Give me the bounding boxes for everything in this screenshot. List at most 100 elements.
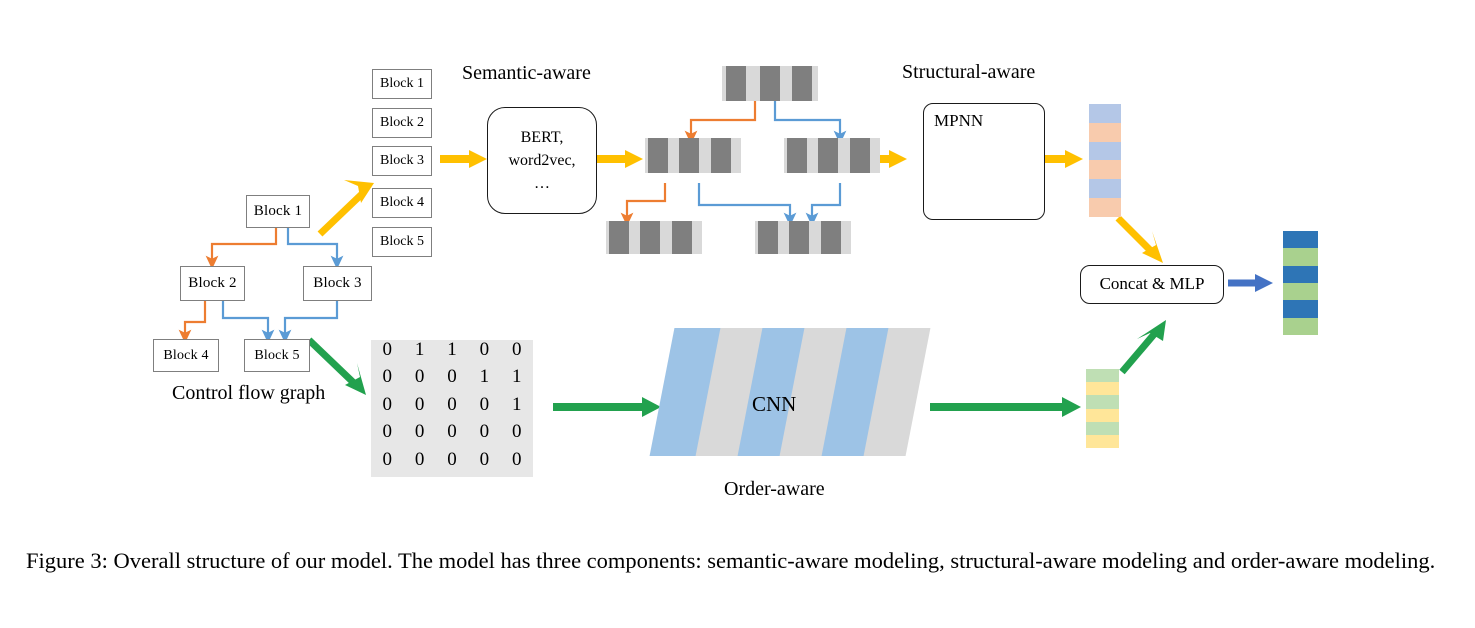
concat-mlp-box[interactable]: Concat & MLP (1080, 265, 1224, 304)
vector-cell (1089, 122, 1121, 142)
embedding-segment (609, 221, 629, 254)
arrow-mpnn-to-vector (1044, 150, 1083, 168)
embedding-edge-right-down (805, 183, 842, 227)
vector-cell (1086, 395, 1119, 409)
block-list-item-2[interactable]: Block 2 (372, 108, 432, 138)
embedding-bar-top (722, 66, 818, 101)
order-aware-label: Order-aware (724, 478, 825, 500)
embedding-edge-top-left (684, 101, 757, 145)
block-list-item-label: Block 1 (380, 76, 424, 91)
vector-cell (1283, 282, 1318, 301)
cfg-edge-b2-b4 (178, 300, 207, 344)
cfg-node-label: Block 5 (254, 347, 300, 363)
concat-mlp-label: Concat & MLP (1099, 274, 1205, 294)
block-list-item-1[interactable]: Block 1 (372, 69, 432, 99)
embedding-edge-left-down (620, 183, 667, 227)
embedding-segment (789, 221, 809, 254)
cfg-node-block-3[interactable]: Block 3 (303, 266, 372, 301)
embedding-segment (679, 138, 699, 173)
embedding-segment (726, 66, 746, 101)
matrix-cell: 1 (414, 339, 425, 360)
cfg-node-block-5[interactable]: Block 5 (244, 339, 310, 372)
mpnn-label: MPNN (934, 111, 984, 130)
matrix-cell: 0 (447, 393, 457, 415)
semantic-aware-label: Semantic-aware (462, 62, 591, 84)
matrix-cell: 0 (447, 421, 457, 443)
matrix-cell: 0 (447, 448, 457, 470)
vector-cell (1283, 317, 1318, 335)
matrix-cell: 0 (512, 339, 522, 360)
matrix-cell: 1 (512, 366, 522, 388)
embedding-edge-left-right-down (697, 183, 797, 227)
vector-cell (1283, 248, 1318, 266)
order-output-vector (1086, 369, 1119, 449)
matrix-cell: 0 (479, 393, 490, 415)
cfg-node-block-4[interactable]: Block 4 (153, 339, 219, 372)
matrix-cell: 0 (382, 393, 392, 415)
structural-aware-label: Structural-aware (902, 61, 1036, 83)
matrix-cell: 0 (447, 366, 457, 388)
control-flow-graph-label: Control flow graph (172, 382, 326, 404)
vector-cell (1086, 434, 1119, 449)
vector-cell (1086, 421, 1119, 435)
matrix-cell: 0 (382, 421, 392, 443)
block-list-item-5[interactable]: Block 5 (372, 227, 432, 257)
matrix-cell: 0 (414, 448, 425, 470)
block-list-item-label: Block 4 (380, 195, 424, 210)
embedding-segment (648, 138, 668, 173)
matrix-cell: 0 (414, 366, 425, 388)
embedding-bar-mid-left (645, 138, 741, 173)
embedding-segment (821, 221, 841, 254)
cnn-plane-stack (649, 328, 932, 458)
cfg-node-label: Block 3 (313, 275, 362, 291)
vector-cell (1089, 141, 1121, 161)
cfg-edge-b3-b5 (278, 300, 339, 344)
embedding-segment (792, 66, 812, 101)
arrow-cfg-to-blocklist (317, 180, 374, 237)
cfg-node-label: Block 2 (188, 275, 237, 291)
embedding-segment (672, 221, 692, 254)
cfg-node-block-1[interactable]: Block 1 (246, 195, 310, 228)
cfg-edge-b2-b5 (221, 300, 275, 344)
vector-cell (1089, 160, 1121, 180)
embedding-segment (760, 66, 780, 101)
vector-cell (1089, 198, 1121, 217)
embedding-segment (640, 221, 660, 254)
block-list-item-4[interactable]: Block 4 (372, 188, 432, 218)
figure-3-diagram: Block 1 Block 2 Block 3 Block 4 Block 5 … (0, 0, 1475, 628)
cfg-node-block-2[interactable]: Block 2 (180, 266, 245, 301)
mpnn-module-box[interactable]: MPNN (923, 103, 1045, 220)
matrix-cell: 0 (414, 421, 425, 443)
arrow-matrix-to-cnn (553, 397, 661, 417)
matrix-cell: 1 (447, 339, 457, 360)
matrix-cell: 0 (512, 448, 522, 470)
structural-output-vector (1089, 104, 1121, 217)
cfg-node-label: Block 1 (253, 203, 303, 219)
vector-cell (1283, 231, 1318, 249)
vector-cell (1089, 104, 1121, 123)
arrow-blocklist-to-encoder (440, 150, 487, 168)
embedding-segment (758, 221, 778, 254)
semantic-encoder-box[interactable]: BERT, word2vec, … (487, 107, 597, 214)
block-list-item-3[interactable]: Block 3 (372, 146, 432, 176)
matrix-cell: 0 (382, 448, 392, 470)
embedding-edge-top-right (773, 101, 847, 145)
adjacency-matrix: 0110000011000010000000000 (371, 340, 533, 477)
matrix-cell: 0 (512, 421, 522, 443)
embedding-segment (711, 138, 731, 173)
encoder-line-2: word2vec, (508, 151, 576, 169)
vector-cell (1086, 408, 1119, 422)
arrow-concat-to-output (1228, 274, 1273, 292)
arrow-structural-to-concat (1115, 215, 1163, 263)
vector-cell (1283, 300, 1318, 318)
vector-cell (1089, 179, 1121, 199)
figure-caption: Figure 3: Overall structure of our model… (26, 548, 1436, 573)
block-list-item-label: Block 5 (380, 234, 424, 249)
matrix-cell: 0 (479, 421, 490, 443)
matrix-cell: 1 (512, 393, 522, 415)
matrix-cell: 0 (479, 448, 490, 470)
encoder-line-1: BERT, (520, 128, 564, 146)
embedding-segment (787, 138, 807, 173)
cnn-label: CNN (752, 392, 797, 416)
block-list-item-label: Block 3 (380, 153, 424, 168)
